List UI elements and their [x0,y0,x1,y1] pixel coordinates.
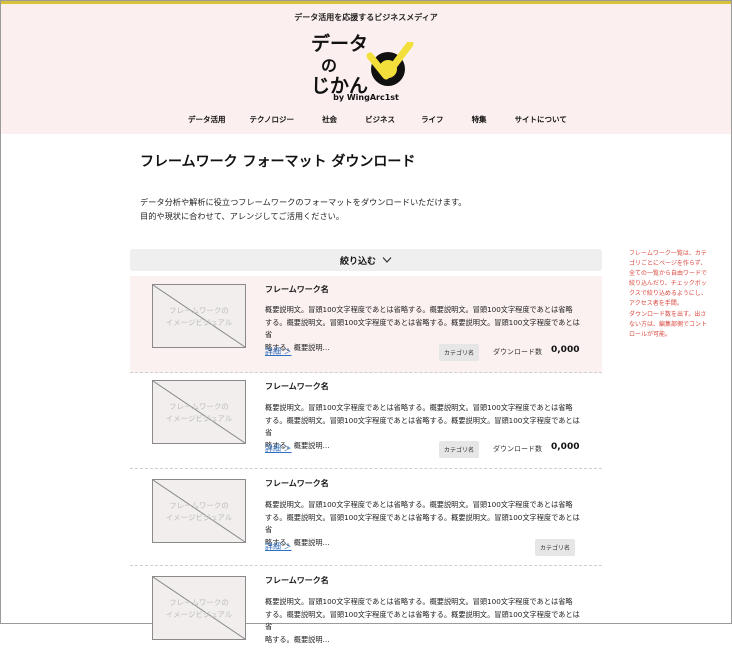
list-item[interactable]: フレームワークの イメージビジュアル フレームワーク名 概要説明文。冒頭100文… [130,566,602,662]
thumbnail-label-line-2: イメージビジュアル [165,513,233,522]
thumbnail-label-line-1: フレームワークの [169,402,229,411]
download-count: 0,000 [551,345,580,355]
filter-toggle-button[interactable]: 絞り込む [130,249,602,271]
thumbnail-label-line-1: フレームワークの [169,598,229,607]
thumbnail-label-line-2: イメージビジュアル [165,318,233,327]
description-line-2: 目的や現状に合わせて、アレンジしてご活用ください。 [140,211,345,221]
item-description: 概要説明文。冒頭100文字程度であとは省略する。概要説明文。冒頭100文字程度で… [265,499,580,549]
list-item[interactable]: フレームワークの イメージビジュアル フレームワーク名 概要説明文。冒頭100文… [130,372,602,469]
page-description: データ分析や解析に役立つフレームワークのフォーマットをダウンロードいただけます。… [140,195,466,223]
nav-item-life[interactable]: ライフ [421,114,444,125]
logo-check-icon [366,42,414,86]
item-description-line-1: 概要説明文。冒頭100文字程度であとは省略する。概要説明文。冒頭100文字程度で… [265,597,573,606]
item-title[interactable]: フレームワーク名 [265,284,329,295]
detail-link[interactable]: 詳細 ＞ [265,541,292,552]
item-description-line-2: する。概要説明文。冒頭100文字程度であとは省略する。概要説明文。冒頭100文字… [265,512,580,535]
chevron-down-icon [382,257,392,263]
nav-item-technology[interactable]: テクノロジー [250,114,295,125]
download-count-label: ダウンロード数 [493,445,542,453]
thumbnail-label: フレームワークの イメージビジュアル [153,500,245,524]
item-title[interactable]: フレームワーク名 [265,575,329,586]
category-badge[interactable]: カテゴリ名 [439,441,480,458]
site-logo-text[interactable]: データ の じかん [311,34,368,97]
site-header: データ活用を応援するビジネスメディア データ の じかん by WingArc1… [1,4,731,134]
thumbnail-label: フレームワークの イメージビジュアル [153,597,245,621]
list-item[interactable]: フレームワークの イメージビジュアル フレームワーク名 概要説明文。冒頭100文… [130,469,602,566]
detail-link[interactable]: 詳細 ＞ [265,443,292,454]
site-tagline: データ活用を応援するビジネスメディア [294,13,438,22]
item-description-line-1: 概要説明文。冒頭100文字程度であとは省略する。概要説明文。冒頭100文字程度で… [265,500,573,509]
logo-line-2: の [321,56,338,75]
item-description-line-2: する。概要説明文。冒頭100文字程度であとは省略する。概要説明文。冒頭100文字… [265,609,580,632]
thumbnail-label: フレームワークの イメージビジュアル [153,305,245,329]
nav-item-about[interactable]: サイトについて [515,114,567,125]
item-description-line-3: 略する。概要説明… [265,634,330,644]
logo-line-1: データ [311,33,369,55]
item-description-line-2: する。概要説明文。冒頭100文字程度であとは省略する。概要説明文。冒頭100文字… [265,415,580,438]
annotation-note-1: フレームワーク一覧は、カテゴリごとにページを作らず、全ての一覧から自由ワードで絞… [629,250,708,307]
framework-thumbnail[interactable]: フレームワークの イメージビジュアル [152,479,246,543]
item-description-line-1: 概要説明文。冒頭100文字程度であとは省略する。概要説明文。冒頭100文字程度で… [265,305,573,314]
list-item[interactable]: フレームワークの イメージビジュアル フレームワーク名 概要説明文。冒頭100文… [130,276,602,373]
framework-thumbnail[interactable]: フレームワークの イメージビジュアル [152,284,246,348]
thumbnail-label-line-2: イメージビジュアル [165,610,233,619]
framework-thumbnail[interactable]: フレームワークの イメージビジュアル [152,380,246,444]
category-badge[interactable]: カテゴリ名 [535,539,576,556]
download-count: 0,000 [551,442,580,452]
main-nav: データ活用 テクノロジー 社会 ビジネス ライフ 特集 サイトについて [188,114,567,125]
thumbnail-label: フレームワークの イメージビジュアル [153,401,245,425]
page-title: フレームワーク フォーマット ダウンロード [140,154,416,170]
framework-thumbnail[interactable]: フレームワークの イメージビジュアル [152,576,246,640]
item-description-line-1: 概要説明文。冒頭100文字程度であとは省略する。概要説明文。冒頭100文字程度で… [265,403,573,412]
thumbnail-label-line-1: フレームワークの [169,501,229,510]
description-line-1: データ分析や解析に役立つフレームワークのフォーマットをダウンロードいただけます。 [140,197,467,207]
item-title[interactable]: フレームワーク名 [265,381,329,392]
thumbnail-label-line-2: イメージビジュアル [165,414,233,423]
thumbnail-label-line-1: フレームワークの [169,306,229,315]
filter-label: 絞り込む [339,256,376,267]
nav-item-feature[interactable]: 特集 [472,114,487,125]
annotation-note-2: ダウンロード数を出す。出さない方は、編集部側でコントロールが可能。 [629,311,708,338]
item-description-line-2: する。概要説明文。冒頭100文字程度であとは省略する。概要説明文。冒頭100文字… [265,317,580,340]
category-badge[interactable]: カテゴリ名 [439,344,480,361]
item-description-line-3: 略する。概要説明… [265,537,330,547]
nav-item-data[interactable]: データ活用 [188,114,226,125]
logo-by-line: by WingArc1st [333,93,399,102]
item-title[interactable]: フレームワーク名 [265,478,329,489]
item-description: 概要説明文。冒頭100文字程度であとは省略する。概要説明文。冒頭100文字程度で… [265,596,580,646]
nav-item-society[interactable]: 社会 [322,114,337,125]
nav-item-business[interactable]: ビジネス [365,114,395,125]
download-count-label: ダウンロード数 [493,348,542,356]
detail-link[interactable]: 詳細 ＞ [265,346,292,357]
